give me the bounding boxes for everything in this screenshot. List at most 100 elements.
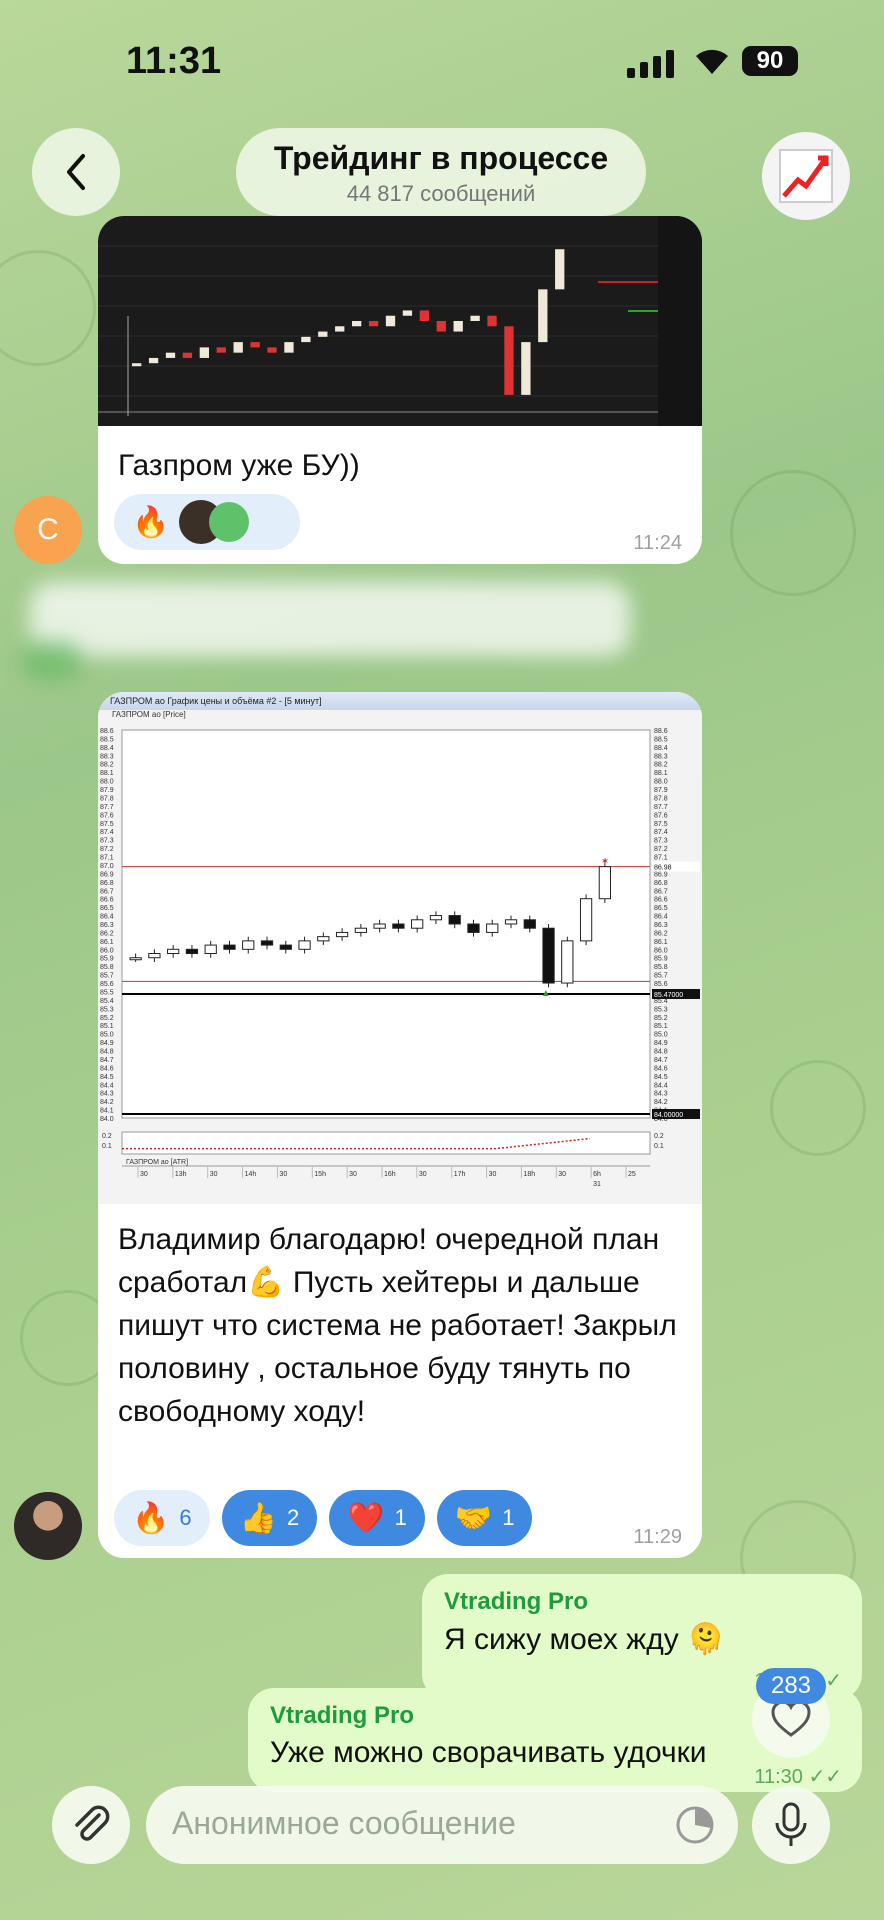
paperclip-icon: [75, 1805, 110, 1841]
dark-chart-candle: [504, 326, 514, 395]
dark-chart-candle: [318, 331, 328, 337]
reaction-count: 1: [394, 1505, 407, 1530]
reaction-fire[interactable]: 🔥: [114, 494, 300, 550]
y-tick-label: 88.1: [100, 770, 114, 777]
buy-marker: ▲: [541, 988, 551, 999]
y-tick-label: 86.0: [654, 947, 668, 954]
y-tick-label: 84.9: [654, 1040, 668, 1047]
heart-outline-icon: [771, 1700, 811, 1737]
y-tick-label: 86.6: [654, 897, 668, 904]
y-tick-label: 85.2: [654, 1015, 668, 1022]
x-tick-label: 15h: [314, 1171, 326, 1178]
price-label: 84.00000: [654, 1112, 683, 1119]
y-tick-label: 87.5: [654, 821, 668, 828]
y-tick-label: 87.5: [100, 821, 114, 828]
y-tick-label: 87.7: [100, 804, 114, 811]
reaction-count: 1: [502, 1505, 515, 1530]
x-tick-label: 6h: [593, 1171, 601, 1178]
y-tick-label: 84.3: [654, 1091, 668, 1098]
y-tick-label: 87.4: [654, 829, 668, 836]
dark-chart-candle: [555, 249, 565, 290]
atr-tick-label: 0.1: [102, 1143, 112, 1150]
y-tick-label: 84.9: [100, 1040, 114, 1047]
reactor-avatar: [209, 502, 250, 542]
y-tick-label: 84.6: [654, 1065, 668, 1072]
dark-chart-candle: [233, 342, 243, 353]
y-tick-label: 86.6: [100, 897, 114, 904]
y-tick-label: 84.5: [654, 1074, 668, 1081]
attach-button[interactable]: [52, 1786, 130, 1864]
message-text: Владимир благодарю! очередной план срабо…: [118, 1223, 677, 1428]
candle: [242, 940, 255, 950]
back-button[interactable]: [32, 128, 120, 216]
y-tick-label: 86.0: [100, 947, 114, 954]
candle: [354, 927, 367, 933]
message-input[interactable]: [170, 1804, 654, 1843]
price-label: 86.98: [654, 865, 672, 872]
dark-chart-candle: [402, 310, 413, 316]
heart-icon: ❤️: [347, 1501, 385, 1535]
candle: [317, 936, 330, 942]
y-tick-label: 85.1: [654, 1023, 668, 1030]
dark-chart-candle: [538, 289, 548, 343]
y-tick-label: 87.2: [654, 846, 668, 853]
sender-name: Vtrading Pro: [444, 1588, 589, 1615]
y-tick-label: 86.5: [654, 905, 668, 912]
reaction-count: 2: [286, 1505, 300, 1530]
chart-image[interactable]: [98, 216, 702, 426]
y-tick-label: 86.7: [100, 888, 114, 895]
sender-name: Vtrading Pro: [270, 1702, 415, 1729]
candle: [148, 953, 161, 959]
y-tick-label: 86.2: [100, 930, 114, 937]
timer-icon[interactable]: [674, 1804, 716, 1846]
y-tick-label: 85.2: [100, 1015, 114, 1022]
avatar[interactable]: [14, 1492, 82, 1560]
y-tick-label: 85.6: [654, 981, 668, 988]
chat-title-pill[interactable]: Трейдинг в процессе 44 817 сообщений: [236, 128, 646, 216]
y-tick-label: 86.9: [100, 871, 114, 878]
chart-image[interactable]: ГАЗПРОМ ао График цены и объёма #2 - [5 …: [98, 692, 702, 1204]
candle: [542, 927, 555, 984]
y-tick-label: 85.1: [100, 1023, 114, 1030]
dark-chart-candle: [284, 342, 294, 353]
y-tick-label: 88.2: [100, 762, 114, 769]
y-tick-label: 87.3: [654, 838, 668, 845]
dark-chart-candle: [301, 336, 311, 343]
reaction-count: 6: [179, 1505, 192, 1530]
reaction-heart[interactable]: ❤️ 1: [329, 1490, 425, 1546]
candle: [260, 940, 274, 946]
x-tick-label: 30: [489, 1171, 497, 1178]
x-tick-label: 16h: [384, 1171, 396, 1178]
candle: [204, 944, 217, 955]
reaction-thumbs-up[interactable]: 👍 2: [221, 1490, 318, 1546]
background-doodle: [0, 250, 96, 366]
microphone-button[interactable]: [752, 1786, 830, 1864]
candle: [561, 940, 574, 984]
candle: [335, 931, 349, 938]
fire-icon: 🔥: [132, 1501, 170, 1535]
avatar[interactable]: C: [14, 496, 82, 564]
y-tick-label: 86.1: [100, 939, 114, 946]
dark-chart-candle: [132, 363, 142, 367]
reactions: 🔥 6 👍 2 ❤️ 1 🤝 1: [114, 1490, 533, 1546]
message-input-container: [146, 1786, 738, 1864]
channel-avatar[interactable]: [762, 132, 850, 220]
y-tick-label: 84.8: [100, 1049, 114, 1056]
x-tick-label: 25: [628, 1171, 636, 1178]
x-tick-label: 30: [140, 1171, 148, 1178]
y-tick-label: 87.4: [100, 829, 114, 836]
y-tick-label: 84.8: [654, 1049, 668, 1056]
reaction-handshake[interactable]: 🤝 1: [436, 1490, 533, 1546]
fire-icon: 🔥: [132, 505, 170, 539]
candle: [223, 944, 236, 950]
y-tick-label: 87.8: [654, 795, 668, 802]
y-tick-label: 85.3: [654, 1006, 668, 1013]
signal-icon: [627, 50, 674, 78]
reaction-fire[interactable]: 🔥 6: [114, 1490, 210, 1546]
candle: [429, 915, 443, 921]
y-tick-label: 84.1: [100, 1108, 114, 1115]
dark-chart-candle: [487, 315, 497, 327]
unread-badge: 283: [756, 1668, 826, 1704]
y-tick-label: 87.9: [654, 787, 668, 794]
y-tick-label: 85.3: [100, 1006, 114, 1013]
